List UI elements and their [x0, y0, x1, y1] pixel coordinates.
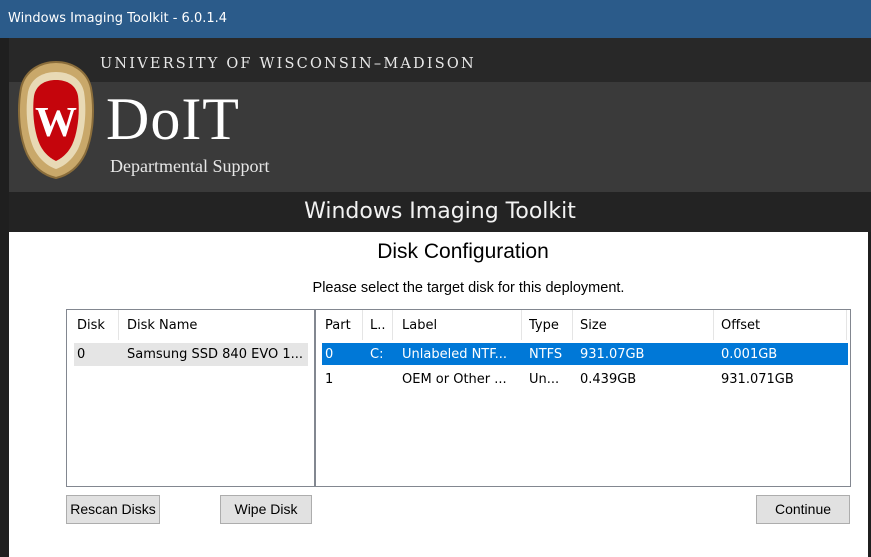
partition-size[interactable]: 0.439GB — [580, 372, 636, 387]
department-name: Departmental Support — [110, 156, 270, 176]
wipe-disk-button[interactable]: Wipe Disk — [220, 495, 312, 524]
column-divider[interactable] — [362, 310, 363, 340]
disk-number: 0 — [77, 347, 86, 362]
window-left-edge — [0, 38, 9, 557]
partition-offset[interactable]: 931.071GB — [721, 372, 794, 387]
partition-size: 931.07GB — [580, 347, 645, 362]
partition-label: Unlabeled NTF... — [402, 347, 508, 362]
type-column-header[interactable]: Type — [529, 318, 559, 333]
uw-crest-logo: W — [18, 60, 94, 180]
disk-column-header[interactable]: Disk — [77, 318, 105, 333]
partition-label[interactable]: OEM or Other ... — [402, 372, 520, 387]
doit-logo-text: DoIT — [106, 86, 240, 152]
page-title: Disk Configuration — [377, 240, 549, 263]
partition-offset: 0.001GB — [721, 347, 778, 362]
offset-column-header[interactable]: Offset — [721, 318, 760, 333]
part-number[interactable]: 1 — [325, 372, 333, 387]
app-window: Windows Imaging Toolkit - 6.0.1.4 W UNIV… — [0, 0, 871, 557]
label-column-header[interactable]: Label — [402, 318, 437, 333]
column-divider[interactable] — [521, 310, 522, 340]
table-row[interactable]: 0 Samsung SSD 840 EVO 1... — [74, 343, 308, 366]
column-divider[interactable] — [392, 310, 393, 340]
university-name: UNIVERSITY OF WISCONSIN–MADISON — [100, 56, 476, 72]
disk-list[interactable]: Disk Disk Name 0 Samsung SSD 840 EVO 1..… — [66, 309, 315, 487]
size-column-header[interactable]: Size — [580, 318, 607, 333]
title-bar[interactable]: Windows Imaging Toolkit - 6.0.1.4 — [0, 0, 871, 38]
drive-letter: C: — [370, 347, 384, 362]
rescan-disks-button[interactable]: Rescan Disks — [66, 495, 160, 524]
disk-name: Samsung SSD 840 EVO 1... — [127, 347, 304, 362]
part-number: 0 — [325, 347, 334, 362]
partition-type: NTFS — [529, 347, 563, 362]
continue-button[interactable]: Continue — [756, 495, 850, 524]
instructions-text: Please select the target disk for this d… — [312, 280, 625, 296]
app-title: Windows Imaging Toolkit — [304, 199, 576, 224]
table-row-selected[interactable]: 0 C: Unlabeled NTF... NTFS 931.07GB 0.00… — [322, 343, 848, 365]
disk-name-column-header[interactable]: Disk Name — [127, 318, 197, 333]
column-divider[interactable] — [713, 310, 714, 340]
part-column-header[interactable]: Part — [325, 318, 351, 333]
crest-letter: W — [35, 100, 77, 146]
partition-list[interactable]: Part L.. Label Type Size Offset 0 C: Unl… — [315, 309, 851, 487]
column-divider[interactable] — [118, 310, 119, 340]
column-divider[interactable] — [846, 310, 847, 340]
column-divider[interactable] — [572, 310, 573, 340]
letter-column-header[interactable]: L.. — [370, 318, 386, 333]
window-title: Windows Imaging Toolkit - 6.0.1.4 — [8, 11, 228, 26]
partition-type[interactable]: Un... — [529, 372, 559, 387]
